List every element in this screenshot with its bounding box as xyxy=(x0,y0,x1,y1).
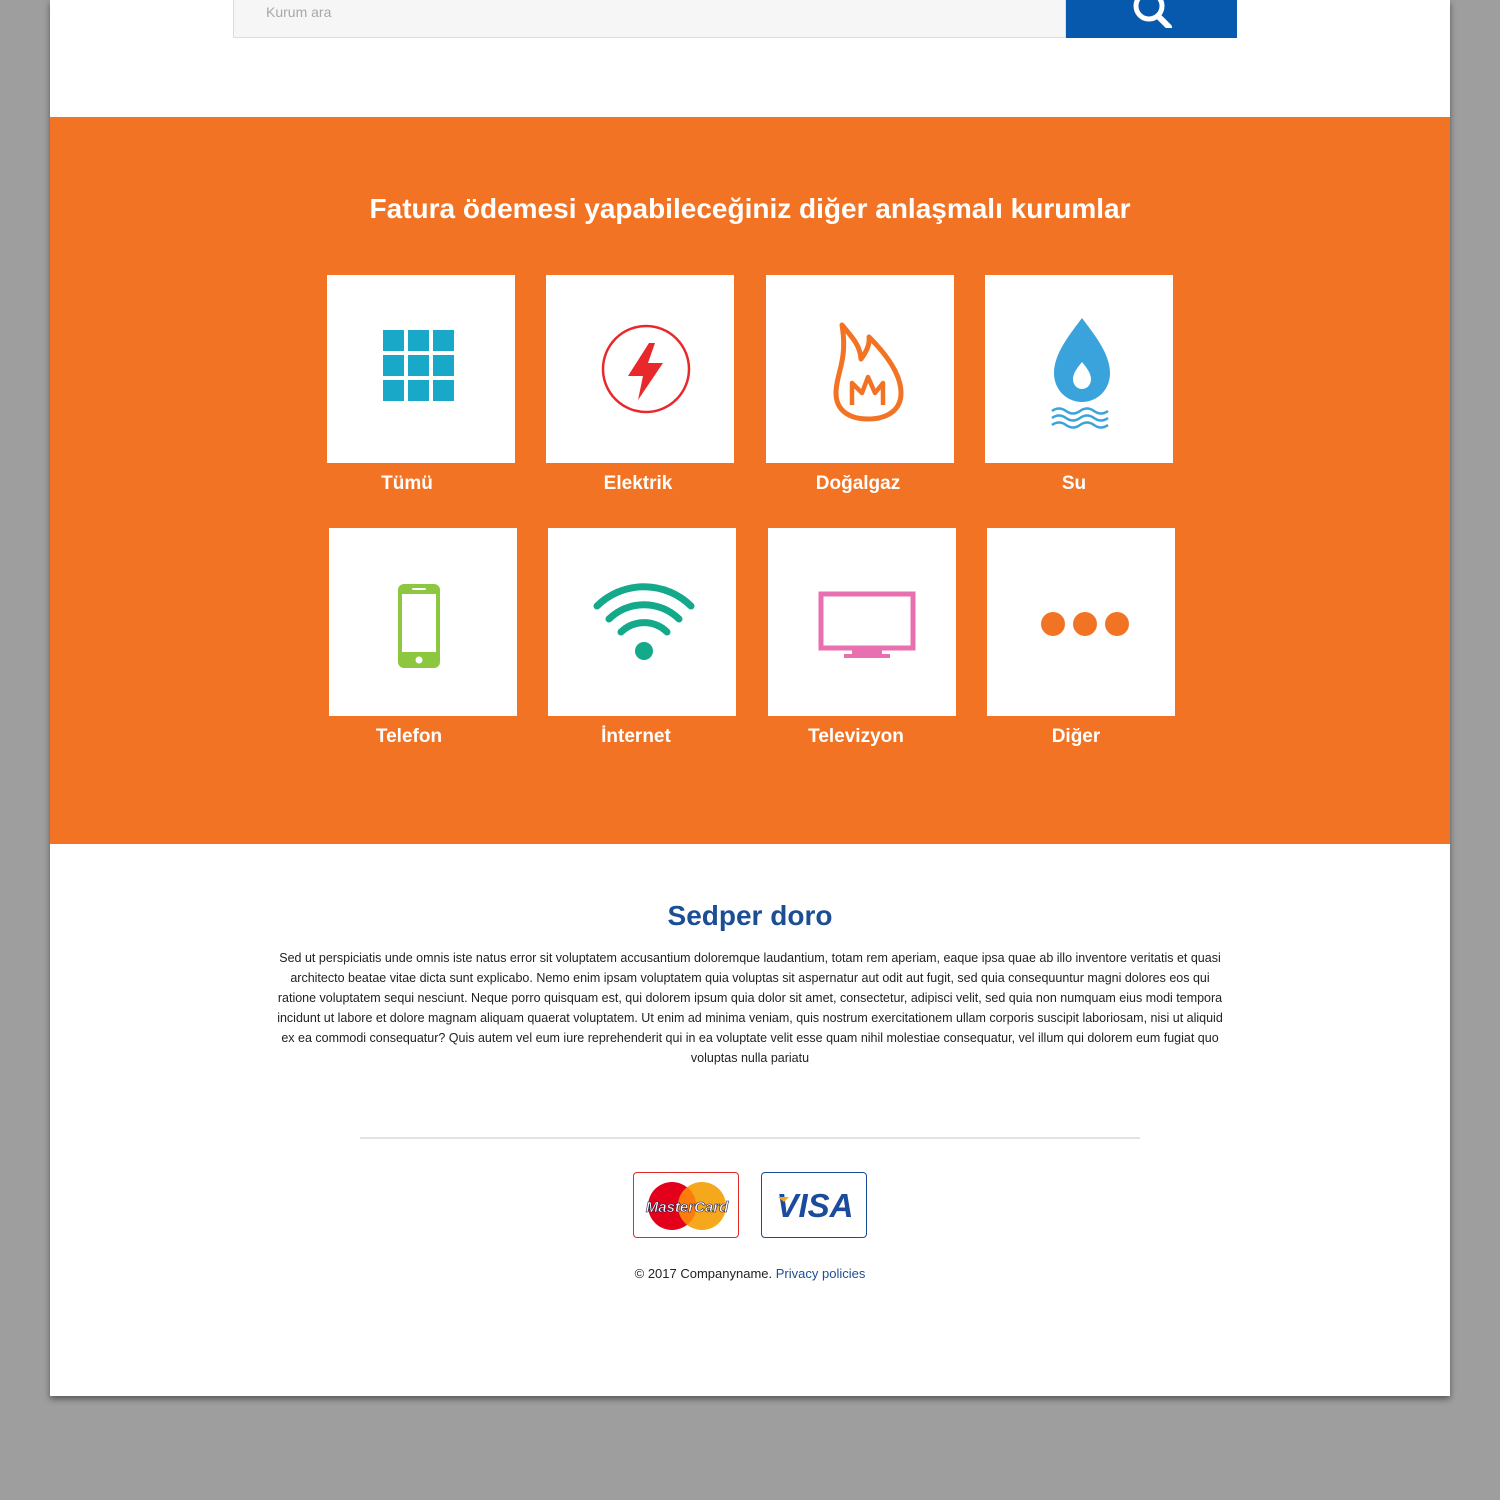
water-drop-icon xyxy=(1051,318,1110,429)
flame-icon xyxy=(833,322,904,422)
page: Fatura ödemesi yapabileceğiniz diğer anl… xyxy=(50,0,1450,1396)
category-label: İnternet xyxy=(601,726,671,747)
footer: © 2017 Companyname. Privacy policies xyxy=(50,1266,1450,1281)
category-label: Telefon xyxy=(375,726,443,747)
category-tile-internet[interactable] xyxy=(548,528,736,716)
about-title: Sedper doro xyxy=(667,900,833,931)
grid-icon xyxy=(383,330,454,401)
category-tile-phone[interactable] xyxy=(329,528,517,716)
divider xyxy=(360,1137,1140,1139)
search-input[interactable] xyxy=(233,0,1066,38)
partners-section: Fatura ödemesi yapabileceğiniz diğer anl… xyxy=(50,117,1450,844)
wifi-icon xyxy=(593,583,695,660)
category-tile-gas[interactable] xyxy=(766,275,954,463)
mobile-phone-icon xyxy=(398,584,440,668)
mastercard-logo: MasterCard xyxy=(633,1172,739,1238)
category-label: Televizyon xyxy=(808,726,904,747)
category-label: Elektrik xyxy=(603,473,673,494)
category-tile-other[interactable] xyxy=(987,528,1175,716)
search-icon xyxy=(1133,0,1172,28)
search-button[interactable] xyxy=(1066,0,1237,38)
category-label: Diğer xyxy=(1051,726,1101,747)
section-title: Fatura ödemesi yapabileceğiniz diğer anl… xyxy=(369,193,1131,224)
lightning-icon xyxy=(601,324,691,414)
visa-logo: VISA xyxy=(761,1172,867,1238)
category-tile-tv[interactable] xyxy=(768,528,956,716)
visa-text: VISA xyxy=(776,1187,853,1224)
category-tile-electric[interactable] xyxy=(546,275,734,463)
mastercard-text: MasterCard xyxy=(646,1199,729,1216)
category-label: Tümü xyxy=(381,473,433,494)
category-tile-all[interactable] xyxy=(327,275,515,463)
category-label: Doğalgaz xyxy=(815,473,901,494)
tv-icon xyxy=(818,591,916,658)
copyright-text: © 2017 Companyname. xyxy=(634,1266,773,1281)
category-label: Su xyxy=(1061,473,1087,494)
privacy-link[interactable]: Privacy policies xyxy=(776,1266,866,1281)
more-dots-icon xyxy=(1041,612,1129,636)
about-text: Sed ut perspiciatis unde omnis iste natu… xyxy=(277,951,1223,1065)
category-tile-water[interactable] xyxy=(985,275,1173,463)
